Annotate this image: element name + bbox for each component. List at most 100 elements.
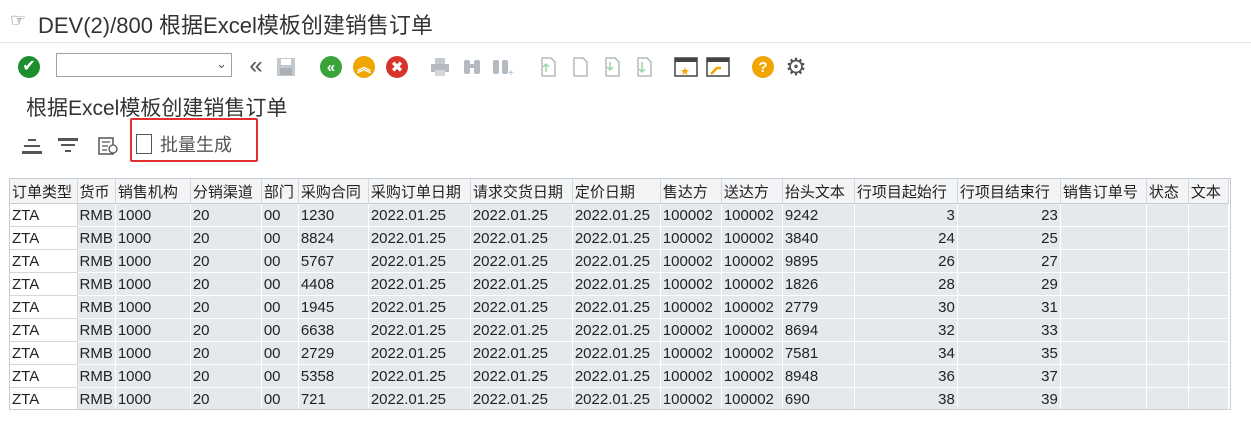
table-cell[interactable]: 38 <box>854 387 958 409</box>
table-cell[interactable] <box>1188 387 1229 409</box>
table-cell[interactable]: 100002 <box>660 341 722 365</box>
table-cell[interactable]: 100002 <box>721 226 783 250</box>
table-cell[interactable]: 1000 <box>115 226 191 250</box>
table-cell[interactable]: 2022.01.25 <box>572 226 661 250</box>
table-cell[interactable]: 100002 <box>660 272 722 296</box>
table-cell[interactable]: 2022.01.25 <box>572 341 661 365</box>
table-cell[interactable]: 00 <box>261 249 299 273</box>
table-cell[interactable]: 33 <box>957 318 1061 342</box>
table-cell[interactable]: 1826 <box>782 272 855 296</box>
table-cell[interactable]: 100002 <box>721 295 783 319</box>
column-header[interactable]: 送达方 <box>721 179 783 204</box>
table-cell[interactable]: 00 <box>261 203 299 227</box>
column-header[interactable]: 行项目结束行 <box>957 179 1061 204</box>
table-cell[interactable]: 8824 <box>298 226 369 250</box>
table-cell[interactable]: 2022.01.25 <box>470 272 573 296</box>
table-cell[interactable]: RMB <box>77 272 116 296</box>
table-cell[interactable]: 100002 <box>660 203 722 227</box>
table-cell[interactable]: 20 <box>190 364 262 388</box>
table-cell[interactable]: 1000 <box>115 364 191 388</box>
table-cell[interactable] <box>1146 249 1189 273</box>
table-cell[interactable] <box>1188 249 1229 273</box>
table-cell[interactable]: ZTA <box>10 295 78 319</box>
table-cell[interactable]: 2022.01.25 <box>470 364 573 388</box>
table-cell[interactable]: 30 <box>854 295 958 319</box>
column-header[interactable]: 定价日期 <box>572 179 661 204</box>
table-cell[interactable]: 2022.01.25 <box>470 318 573 342</box>
table-cell[interactable] <box>1146 341 1189 365</box>
table-cell[interactable]: 100002 <box>721 272 783 296</box>
table-cell[interactable]: 2022.01.25 <box>368 203 471 227</box>
table-cell[interactable]: 2022.01.25 <box>470 295 573 319</box>
table-cell[interactable]: 20 <box>190 295 262 319</box>
command-input[interactable] <box>59 55 213 77</box>
table-row[interactable]: ZTA RMB 1000 20 00 4408 2022.01.25 2022.01.25 20… <box>10 272 1229 296</box>
table-row[interactable]: ZTA RMB 1000 20 00 8824 2022.01.25 2022.01.25 20… <box>10 226 1229 250</box>
table-cell[interactable]: 1230 <box>298 203 369 227</box>
layout-details-icon[interactable] <box>96 134 120 158</box>
table-cell[interactable]: 2022.01.25 <box>368 295 471 319</box>
table-cell[interactable]: 20 <box>190 387 262 409</box>
table-cell[interactable]: 3840 <box>782 226 855 250</box>
column-header[interactable]: 订单类型 <box>10 179 78 204</box>
table-row[interactable]: ZTA RMB 1000 20 00 721 2022.01.25 2022.01.25 202… <box>10 387 1229 409</box>
table-cell[interactable]: 100002 <box>721 364 783 388</box>
table-cell[interactable] <box>1146 272 1189 296</box>
cancel-icon[interactable]: ✖ <box>386 56 408 78</box>
table-cell[interactable] <box>1060 203 1147 227</box>
table-cell[interactable]: ZTA <box>10 272 78 296</box>
table-cell[interactable]: 1945 <box>298 295 369 319</box>
table-cell[interactable] <box>1188 341 1229 365</box>
table-cell[interactable]: 2729 <box>298 341 369 365</box>
table-cell[interactable]: 5358 <box>298 364 369 388</box>
table-cell[interactable]: 2022.01.25 <box>368 387 471 409</box>
table-cell[interactable]: 100002 <box>721 203 783 227</box>
table-cell[interactable]: 2022.01.25 <box>368 341 471 365</box>
table-cell[interactable]: RMB <box>77 249 116 273</box>
table-cell[interactable] <box>1146 318 1189 342</box>
table-cell[interactable]: 39 <box>957 387 1061 409</box>
table-cell[interactable]: 2022.01.25 <box>368 249 471 273</box>
table-cell[interactable] <box>1060 387 1147 409</box>
chevron-down-icon[interactable]: ⌄ <box>216 56 227 72</box>
table-cell[interactable] <box>1060 226 1147 250</box>
back-icon[interactable]: « <box>320 56 342 78</box>
table-cell[interactable] <box>1146 387 1189 409</box>
table-cell[interactable]: 2022.01.25 <box>470 341 573 365</box>
table-row[interactable]: ZTA RMB 1000 20 00 6638 2022.01.25 2022.01.25 20… <box>10 318 1229 342</box>
table-cell[interactable]: 2022.01.25 <box>368 226 471 250</box>
table-cell[interactable]: ZTA <box>10 226 78 250</box>
column-header[interactable]: 抬头文本 <box>782 179 855 204</box>
table-cell[interactable]: 100002 <box>721 249 783 273</box>
table-cell[interactable] <box>1060 249 1147 273</box>
table-cell[interactable]: ZTA <box>10 387 78 409</box>
table-cell[interactable]: RMB <box>77 387 116 409</box>
table-cell[interactable]: 24 <box>854 226 958 250</box>
column-header[interactable]: 行项目起始行 <box>854 179 958 204</box>
table-cell[interactable]: 690 <box>782 387 855 409</box>
table-cell[interactable]: RMB <box>77 203 116 227</box>
table-cell[interactable] <box>1146 203 1189 227</box>
table-cell[interactable] <box>1060 341 1147 365</box>
column-header[interactable]: 文本 <box>1188 179 1229 204</box>
table-cell[interactable]: ZTA <box>10 203 78 227</box>
table-cell[interactable]: 20 <box>190 341 262 365</box>
table-cell[interactable] <box>1188 364 1229 388</box>
table-cell[interactable]: 2022.01.25 <box>470 203 573 227</box>
table-cell[interactable]: 4408 <box>298 272 369 296</box>
filter-icon[interactable] <box>56 134 80 158</box>
align-center-icon[interactable] <box>20 134 44 158</box>
table-cell[interactable]: 100002 <box>721 341 783 365</box>
table-cell[interactable]: 2022.01.25 <box>470 226 573 250</box>
column-header[interactable]: 请求交货日期 <box>470 179 573 204</box>
table-cell[interactable] <box>1060 272 1147 296</box>
table-cell[interactable]: 2022.01.25 <box>572 272 661 296</box>
table-cell[interactable] <box>1060 295 1147 319</box>
column-header[interactable]: 采购合同 <box>298 179 369 204</box>
table-cell[interactable]: 2022.01.25 <box>572 249 661 273</box>
table-cell[interactable]: ZTA <box>10 341 78 365</box>
table-cell[interactable]: RMB <box>77 318 116 342</box>
table-cell[interactable]: 100002 <box>721 387 783 409</box>
column-header[interactable]: 售达方 <box>660 179 722 204</box>
table-cell[interactable]: RMB <box>77 226 116 250</box>
